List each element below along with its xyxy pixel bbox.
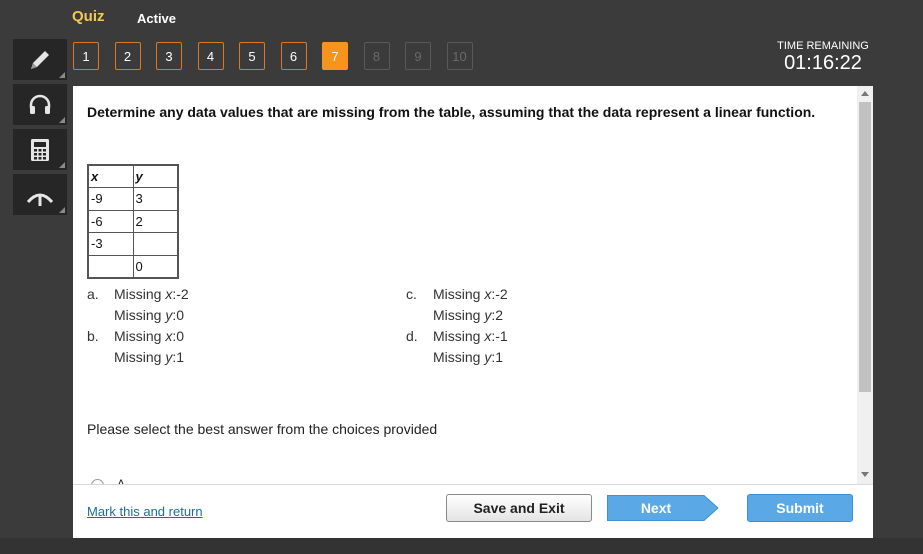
timer-value: 01:16:22 bbox=[784, 52, 862, 74]
vertical-scrollbar[interactable] bbox=[857, 86, 873, 484]
question-panel: Determine any data values that are missi… bbox=[73, 86, 873, 538]
bottom-bar bbox=[0, 538, 923, 554]
choice-letter: d. bbox=[406, 328, 418, 344]
choice-missing-x: Missing x:-1 bbox=[433, 328, 508, 344]
question-nav-button-1[interactable]: 1 bbox=[73, 42, 99, 70]
table-cell: 3 bbox=[132, 187, 179, 211]
pencil-tool-button[interactable] bbox=[13, 39, 67, 80]
choice-d: d. Missing x:-1 Missing y:1 bbox=[406, 328, 666, 370]
table-header-x: x bbox=[87, 164, 134, 188]
submit-button[interactable]: Submit bbox=[747, 494, 853, 522]
table-cell: -9 bbox=[87, 187, 134, 211]
scroll-down-arrow-icon[interactable] bbox=[861, 472, 869, 477]
question-nav-button-8: 8 bbox=[363, 42, 390, 70]
reference-tool-button[interactable] bbox=[13, 174, 67, 215]
save-and-exit-button[interactable]: Save and Exit bbox=[446, 494, 592, 522]
table-cell: -6 bbox=[87, 209, 134, 233]
question-nav-button-2[interactable]: 2 bbox=[114, 42, 141, 70]
question-nav-button-10: 10 bbox=[446, 42, 473, 70]
choice-missing-y: Missing y:1 bbox=[114, 349, 185, 365]
quiz-status: Active bbox=[137, 11, 177, 26]
calculator-tool-button[interactable] bbox=[13, 129, 67, 170]
calculator-icon bbox=[31, 138, 49, 161]
choice-letter: b. bbox=[87, 328, 99, 344]
table-row: 0 bbox=[87, 254, 179, 278]
choice-missing-y: Missing y:0 bbox=[114, 307, 185, 323]
footer-bar: Mark this and return Save and Exit Next … bbox=[73, 484, 873, 538]
choice-missing-x: Missing x:-2 bbox=[433, 286, 508, 302]
table-cell: 2 bbox=[132, 209, 179, 233]
pencil-icon bbox=[31, 50, 49, 69]
table-row: -3 bbox=[87, 232, 179, 256]
question-navigation: 1 2 3 4 5 6 7 8 9 10 bbox=[73, 42, 488, 70]
question-nav-button-4[interactable]: 4 bbox=[197, 42, 224, 70]
scroll-thumb[interactable] bbox=[859, 102, 871, 392]
table-cell bbox=[132, 232, 179, 256]
next-button[interactable]: Next bbox=[606, 494, 720, 522]
answer-instruction: Please select the best answer from the c… bbox=[87, 421, 438, 437]
quiz-title: Quiz bbox=[72, 8, 105, 25]
scroll-up-arrow-icon[interactable] bbox=[861, 91, 869, 96]
top-header: Quiz Active bbox=[0, 0, 923, 36]
table-header-y: y bbox=[132, 164, 179, 188]
choice-b: b. Missing x:0 Missing y:1 bbox=[87, 328, 347, 370]
question-nav-button-9: 9 bbox=[405, 42, 431, 70]
question-text: Determine any data values that are missi… bbox=[87, 104, 816, 120]
question-nav-button-6[interactable]: 6 bbox=[280, 42, 307, 70]
question-nav-button-3[interactable]: 3 bbox=[156, 42, 182, 70]
table-header-row: x y bbox=[87, 164, 179, 188]
answer-radio-label: A bbox=[117, 477, 126, 484]
choice-a: a. Missing x:-2 Missing y:0 bbox=[87, 286, 347, 328]
table-cell: -3 bbox=[87, 232, 134, 256]
headphones-icon bbox=[29, 94, 51, 114]
choice-letter: c. bbox=[406, 286, 417, 302]
next-button-label: Next bbox=[640, 500, 672, 516]
choice-letter: a. bbox=[87, 286, 99, 302]
choice-c: c. Missing x:-2 Missing y:2 bbox=[406, 286, 666, 328]
audio-tool-button[interactable] bbox=[13, 84, 67, 125]
table-row: -6 2 bbox=[87, 209, 179, 233]
data-table: x y -9 3 -6 2 -3 0 bbox=[87, 164, 179, 279]
choice-missing-y: Missing y:2 bbox=[433, 307, 504, 323]
mark-and-return-link[interactable]: Mark this and return bbox=[87, 504, 203, 519]
question-nav-button-5[interactable]: 5 bbox=[239, 42, 265, 70]
tool-sidebar bbox=[13, 39, 67, 219]
question-nav-button-7-current[interactable]: 7 bbox=[322, 42, 348, 70]
choice-missing-y: Missing y:1 bbox=[433, 349, 504, 365]
reference-icon bbox=[26, 193, 54, 206]
choice-missing-x: Missing x:0 bbox=[114, 328, 185, 344]
table-row: -9 3 bbox=[87, 187, 179, 211]
table-cell bbox=[87, 254, 134, 278]
timer-label: TIME REMAINING bbox=[777, 40, 869, 52]
question-scroll-area: Determine any data values that are missi… bbox=[73, 86, 857, 484]
choice-missing-x: Missing x:-2 bbox=[114, 286, 189, 302]
table-cell: 0 bbox=[132, 254, 179, 278]
